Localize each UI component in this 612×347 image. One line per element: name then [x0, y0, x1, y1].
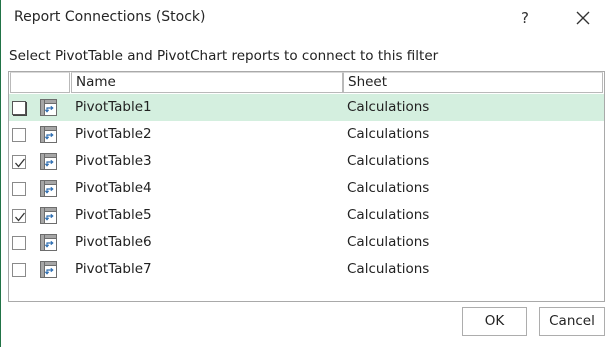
- row-sheet: Calculations: [347, 261, 430, 277]
- column-header-sheet[interactable]: Sheet: [343, 72, 603, 93]
- row-sheet: Calculations: [347, 126, 430, 142]
- row-name: PivotTable3: [75, 153, 152, 169]
- list-item[interactable]: PivotTable7 Calculations: [9, 256, 604, 283]
- row-name: PivotTable5: [75, 207, 152, 223]
- pivottable-icon: [40, 207, 57, 224]
- list-item[interactable]: PivotTable5 Calculations: [9, 202, 604, 229]
- list-item[interactable]: PivotTable6 Calculations: [9, 229, 604, 256]
- row-checkbox[interactable]: [12, 263, 26, 277]
- row-name: PivotTable1: [75, 99, 152, 115]
- close-button[interactable]: [568, 5, 598, 31]
- row-name: PivotTable4: [75, 180, 152, 196]
- row-name: PivotTable2: [75, 126, 152, 142]
- row-name: PivotTable7: [75, 261, 152, 277]
- pivottable-icon: [40, 126, 57, 143]
- row-sheet: Calculations: [347, 153, 430, 169]
- pivottable-icon: [40, 153, 57, 170]
- row-sheet: Calculations: [347, 234, 430, 250]
- checkmark-icon: [15, 158, 26, 168]
- column-header-name[interactable]: Name: [71, 72, 343, 93]
- pivottable-icon: [40, 180, 57, 197]
- row-checkbox[interactable]: [12, 128, 26, 142]
- row-checkbox[interactable]: [12, 182, 26, 196]
- list-item[interactable]: PivotTable4 Calculations: [9, 175, 604, 202]
- title-bar[interactable]: Report Connections (Stock) ?: [0, 0, 612, 38]
- row-checkbox[interactable]: [12, 155, 26, 169]
- column-header-checkbox[interactable]: [10, 72, 70, 93]
- list-item[interactable]: PivotTable3 Calculations: [9, 148, 604, 175]
- dialog-title: Report Connections (Stock): [14, 9, 206, 25]
- close-icon: [576, 11, 590, 25]
- list-item[interactable]: PivotTable2 Calculations: [9, 121, 604, 148]
- row-name: PivotTable6: [75, 234, 152, 250]
- row-sheet: Calculations: [347, 180, 430, 196]
- row-checkbox[interactable]: [12, 209, 26, 223]
- reports-list[interactable]: Name Sheet PivotTable1 Calculations PivotT…: [8, 71, 605, 302]
- list-header: Name Sheet: [9, 72, 604, 94]
- checkmark-icon: [15, 212, 26, 222]
- report-connections-dialog: Report Connections (Stock) ? Select Pivo…: [0, 0, 612, 347]
- row-checkbox[interactable]: [12, 101, 26, 115]
- list-item[interactable]: PivotTable1 Calculations: [9, 94, 604, 121]
- row-sheet: Calculations: [347, 99, 430, 115]
- help-button[interactable]: ?: [512, 5, 538, 31]
- window-border: [0, 0, 1, 347]
- ok-button[interactable]: OK: [462, 307, 527, 336]
- instruction-text: Select PivotTable and PivotChart reports…: [9, 48, 439, 64]
- pivottable-icon: [40, 261, 57, 278]
- pivottable-icon: [40, 99, 57, 116]
- cancel-button[interactable]: Cancel: [539, 307, 605, 336]
- pivottable-icon: [40, 234, 57, 251]
- row-sheet: Calculations: [347, 207, 430, 223]
- row-checkbox[interactable]: [12, 236, 26, 250]
